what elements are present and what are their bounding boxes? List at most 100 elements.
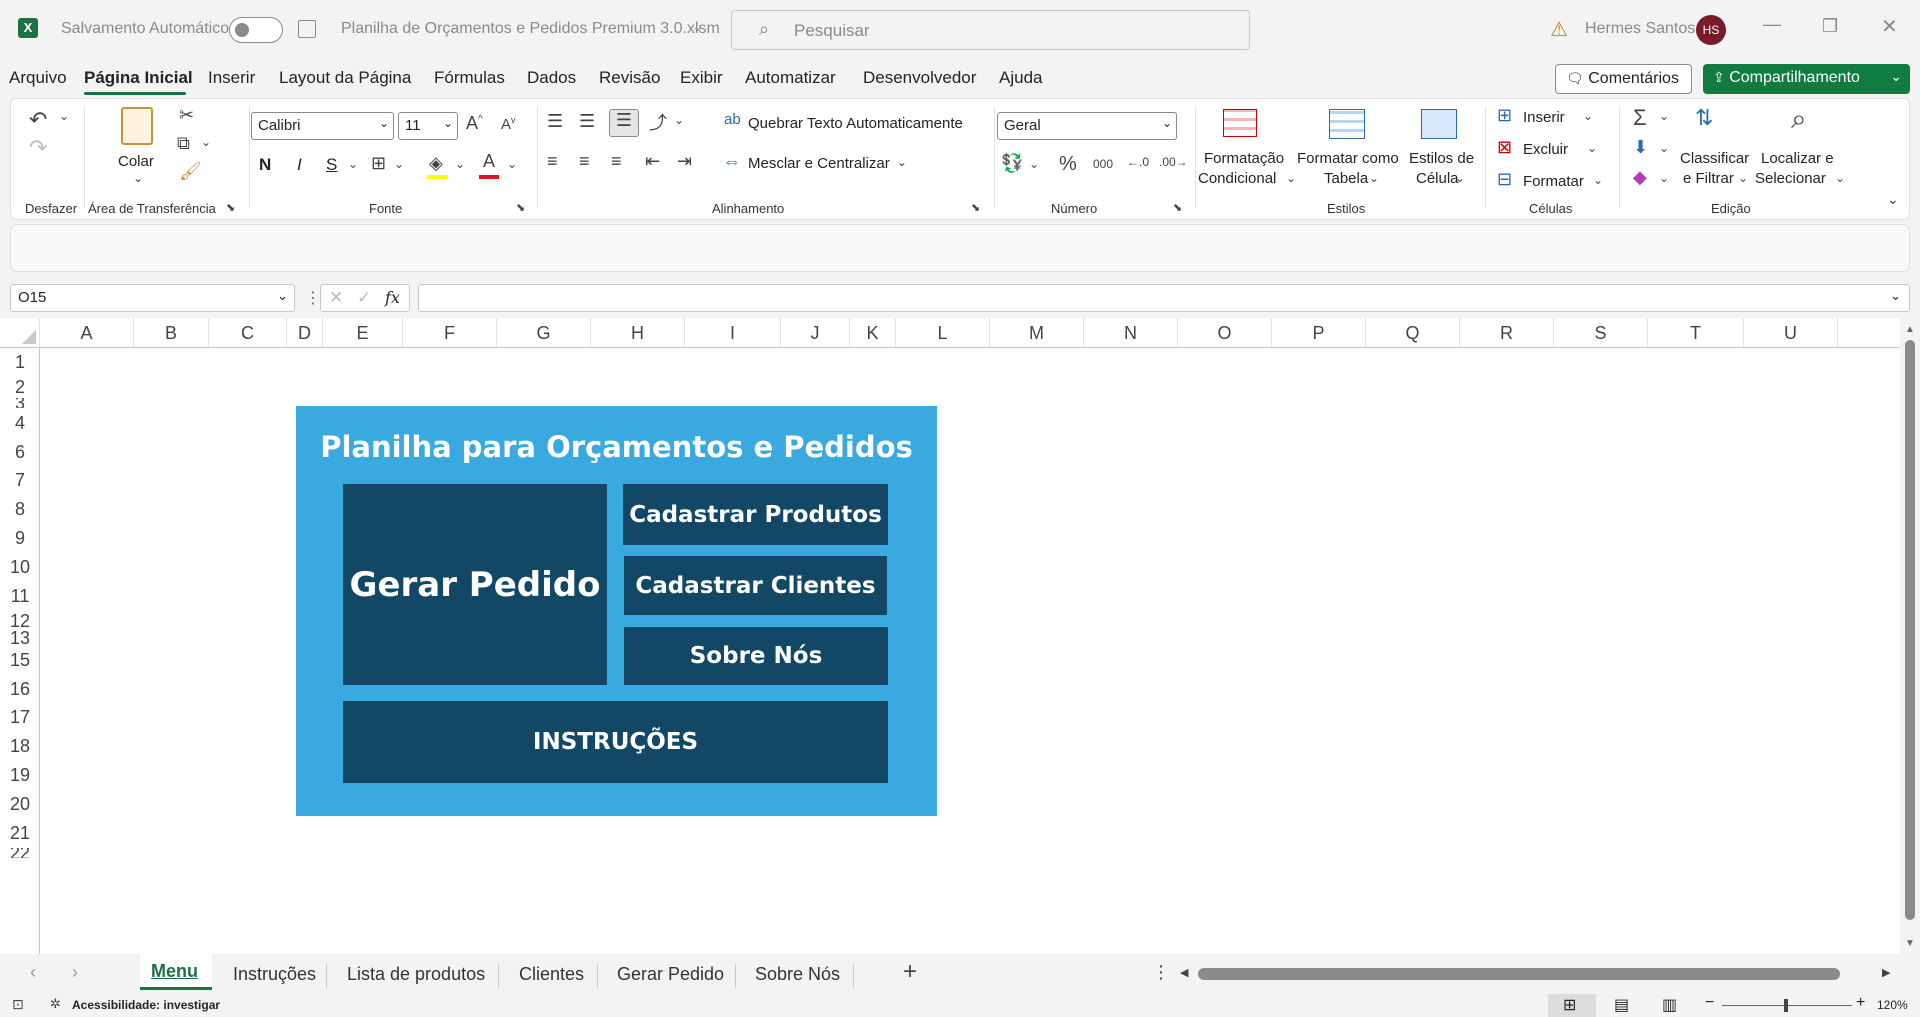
align-left-icon[interactable]: ≡ <box>547 151 558 172</box>
page-layout-icon[interactable]: ▤ <box>1614 995 1629 1015</box>
chevron-down-icon[interactable]: ⌄ <box>897 155 907 169</box>
scroll-right-icon[interactable]: ▶ <box>1882 966 1890 979</box>
column-header[interactable]: D <box>287 318 323 348</box>
copy-icon[interactable]: ⧉ <box>177 133 190 154</box>
chevron-down-icon[interactable]: ⌄ <box>348 157 358 171</box>
number-format-select[interactable]: Geral ⌄ <box>997 112 1177 140</box>
fill-icon[interactable]: ⬇ <box>1633 137 1648 158</box>
row-header[interactable]: 15 <box>0 645 40 675</box>
tab-revisao[interactable]: Revisão <box>599 68 660 88</box>
column-header[interactable]: L <box>896 318 990 348</box>
tab-layout[interactable]: Layout da Página <box>279 68 411 88</box>
chevron-down-icon[interactable]: ⌄ <box>1455 171 1465 185</box>
zoom-out-icon[interactable]: − <box>1705 994 1714 1012</box>
chevron-down-icon[interactable]: ⌄ <box>1659 109 1669 123</box>
search-box[interactable]: ⌕ Pesquisar <box>731 10 1250 50</box>
enter-icon[interactable]: ✓ <box>357 288 371 308</box>
font-name-select[interactable]: Calibri ⌄ <box>251 112 394 140</box>
zoom-in-icon[interactable]: + <box>1856 994 1865 1012</box>
chevron-down-icon[interactable]: ⌄ <box>1659 141 1669 155</box>
close-icon[interactable]: ✕ <box>1881 14 1898 39</box>
tab-inserir[interactable]: Inserir <box>208 68 255 88</box>
sheet-tab-menu[interactable]: Menu <box>151 961 198 982</box>
macro-record-icon[interactable]: ⊡ <box>12 996 24 1013</box>
insert-cells-icon[interactable]: ⊞ <box>1497 105 1512 126</box>
tab-ajuda[interactable]: Ajuda <box>999 68 1042 88</box>
merge-center-button[interactable]: Mesclar e Centralizar <box>748 155 890 172</box>
chevron-down-icon[interactable]: ⌄ <box>1583 109 1593 123</box>
chevron-down-icon[interactable]: ⌄ <box>692 18 704 35</box>
italic-button[interactable]: I <box>297 155 302 175</box>
sheet-tab-sobre-nos[interactable]: Sobre Nós <box>755 964 840 985</box>
chevron-down-icon[interactable]: ⌄ <box>507 157 517 171</box>
insert-function-icon[interactable]: fx <box>385 288 400 307</box>
sort-filter-label-2[interactable]: e Filtrar <box>1683 170 1734 187</box>
grow-font-icon[interactable]: A^ <box>466 113 483 134</box>
column-header[interactable]: P <box>1272 318 1366 348</box>
column-header[interactable]: K <box>850 318 896 348</box>
column-header[interactable]: A <box>40 318 134 348</box>
column-header[interactable]: R <box>1460 318 1554 348</box>
avatar[interactable]: HS <box>1696 15 1726 45</box>
scroll-left-icon[interactable]: ◀ <box>1180 966 1188 979</box>
share-button[interactable]: ⇪ Compartilhamento ⌄ <box>1703 64 1910 94</box>
conditional-format-label-1[interactable]: Formatação <box>1204 150 1284 167</box>
cut-icon[interactable]: ✂ <box>179 105 194 126</box>
bold-button[interactable]: N <box>259 155 271 175</box>
row-header[interactable]: 18 <box>0 732 40 761</box>
orientation-icon[interactable]: ⤴ <box>649 109 667 135</box>
redo-icon[interactable]: ↷ <box>29 135 47 161</box>
increase-decimal-icon[interactable]: ←.0 <box>1127 155 1149 169</box>
find-icon[interactable]: ⌕ <box>1791 103 1807 136</box>
next-sheet-icon[interactable]: › <box>72 962 78 983</box>
font-size-select[interactable]: 11 ⌄ <box>398 112 458 140</box>
row-header[interactable]: 19 <box>0 761 40 790</box>
chevron-down-icon[interactable]: ⌄ <box>1593 173 1603 187</box>
wrap-text-button[interactable]: Quebrar Texto Automaticamente <box>748 115 963 132</box>
column-header[interactable]: E <box>323 318 403 348</box>
dialog-launcher-icon[interactable]: ⬊ <box>226 201 235 214</box>
row-header[interactable]: 7 <box>0 466 40 495</box>
chevron-down-icon[interactable]: ⌄ <box>1587 141 1597 155</box>
sheet-tab-lista-produtos[interactable]: Lista de produtos <box>347 964 485 985</box>
format-cells-icon[interactable]: ⊟ <box>1497 169 1512 190</box>
align-right-icon[interactable]: ≡ <box>611 151 622 172</box>
column-header[interactable]: N <box>1084 318 1178 348</box>
column-header[interactable]: H <box>591 318 685 348</box>
dialog-launcher-icon[interactable]: ⬊ <box>516 201 525 214</box>
more-icon[interactable]: ⋮ <box>1152 962 1170 983</box>
scroll-down-icon[interactable]: ▼ <box>1905 938 1915 949</box>
dialog-launcher-icon[interactable]: ⬊ <box>971 201 980 214</box>
file-name[interactable]: Planilha de Orçamentos e Pedidos Premium… <box>341 20 720 38</box>
select-all-corner[interactable] <box>0 318 40 348</box>
row-header[interactable]: 16 <box>0 675 40 703</box>
add-sheet-icon[interactable]: + <box>903 958 917 986</box>
formula-input[interactable]: ⌄ <box>418 284 1910 312</box>
chevron-down-icon[interactable]: ⌄ <box>133 171 143 185</box>
tab-automatizar[interactable]: Automatizar <box>745 68 836 88</box>
sort-filter-label-1[interactable]: Classificar <box>1680 150 1749 167</box>
horizontal-scrollbar[interactable] <box>1198 968 1840 980</box>
chevron-down-icon[interactable]: ⌄ <box>1738 171 1748 185</box>
sheet-tab-gerar-pedido[interactable]: Gerar Pedido <box>617 964 724 985</box>
align-center-icon[interactable]: ≡ <box>579 151 590 172</box>
paste-label[interactable]: Colar <box>118 153 154 170</box>
save-icon[interactable] <box>298 20 316 38</box>
accessibility-status[interactable]: Acessibilidade: investigar <box>72 998 220 1012</box>
chevron-down-icon[interactable]: ⌄ <box>674 113 684 127</box>
column-header[interactable]: J <box>781 318 850 348</box>
vertical-scrollbar[interactable]: ▲ ▼ <box>1900 318 1920 954</box>
cadastrar-produtos-button[interactable]: Cadastrar Produtos <box>623 484 888 545</box>
chevron-down-icon[interactable]: ⌄ <box>394 157 404 171</box>
autosum-icon[interactable]: Σ <box>1633 105 1647 131</box>
column-header[interactable]: T <box>1648 318 1744 348</box>
row-header[interactable]: 3 <box>0 398 40 408</box>
prev-sheet-icon[interactable]: ‹ <box>30 962 36 983</box>
row-header[interactable]: 17 <box>0 703 40 732</box>
delete-button[interactable]: Excluir <box>1523 141 1568 158</box>
row-header[interactable]: 9 <box>0 524 40 553</box>
currency-icon[interactable]: 💱 <box>1001 153 1023 174</box>
column-header[interactable]: F <box>403 318 497 348</box>
shrink-font-icon[interactable]: Av <box>501 115 516 133</box>
format-table-label-1[interactable]: Formatar como <box>1297 150 1399 167</box>
